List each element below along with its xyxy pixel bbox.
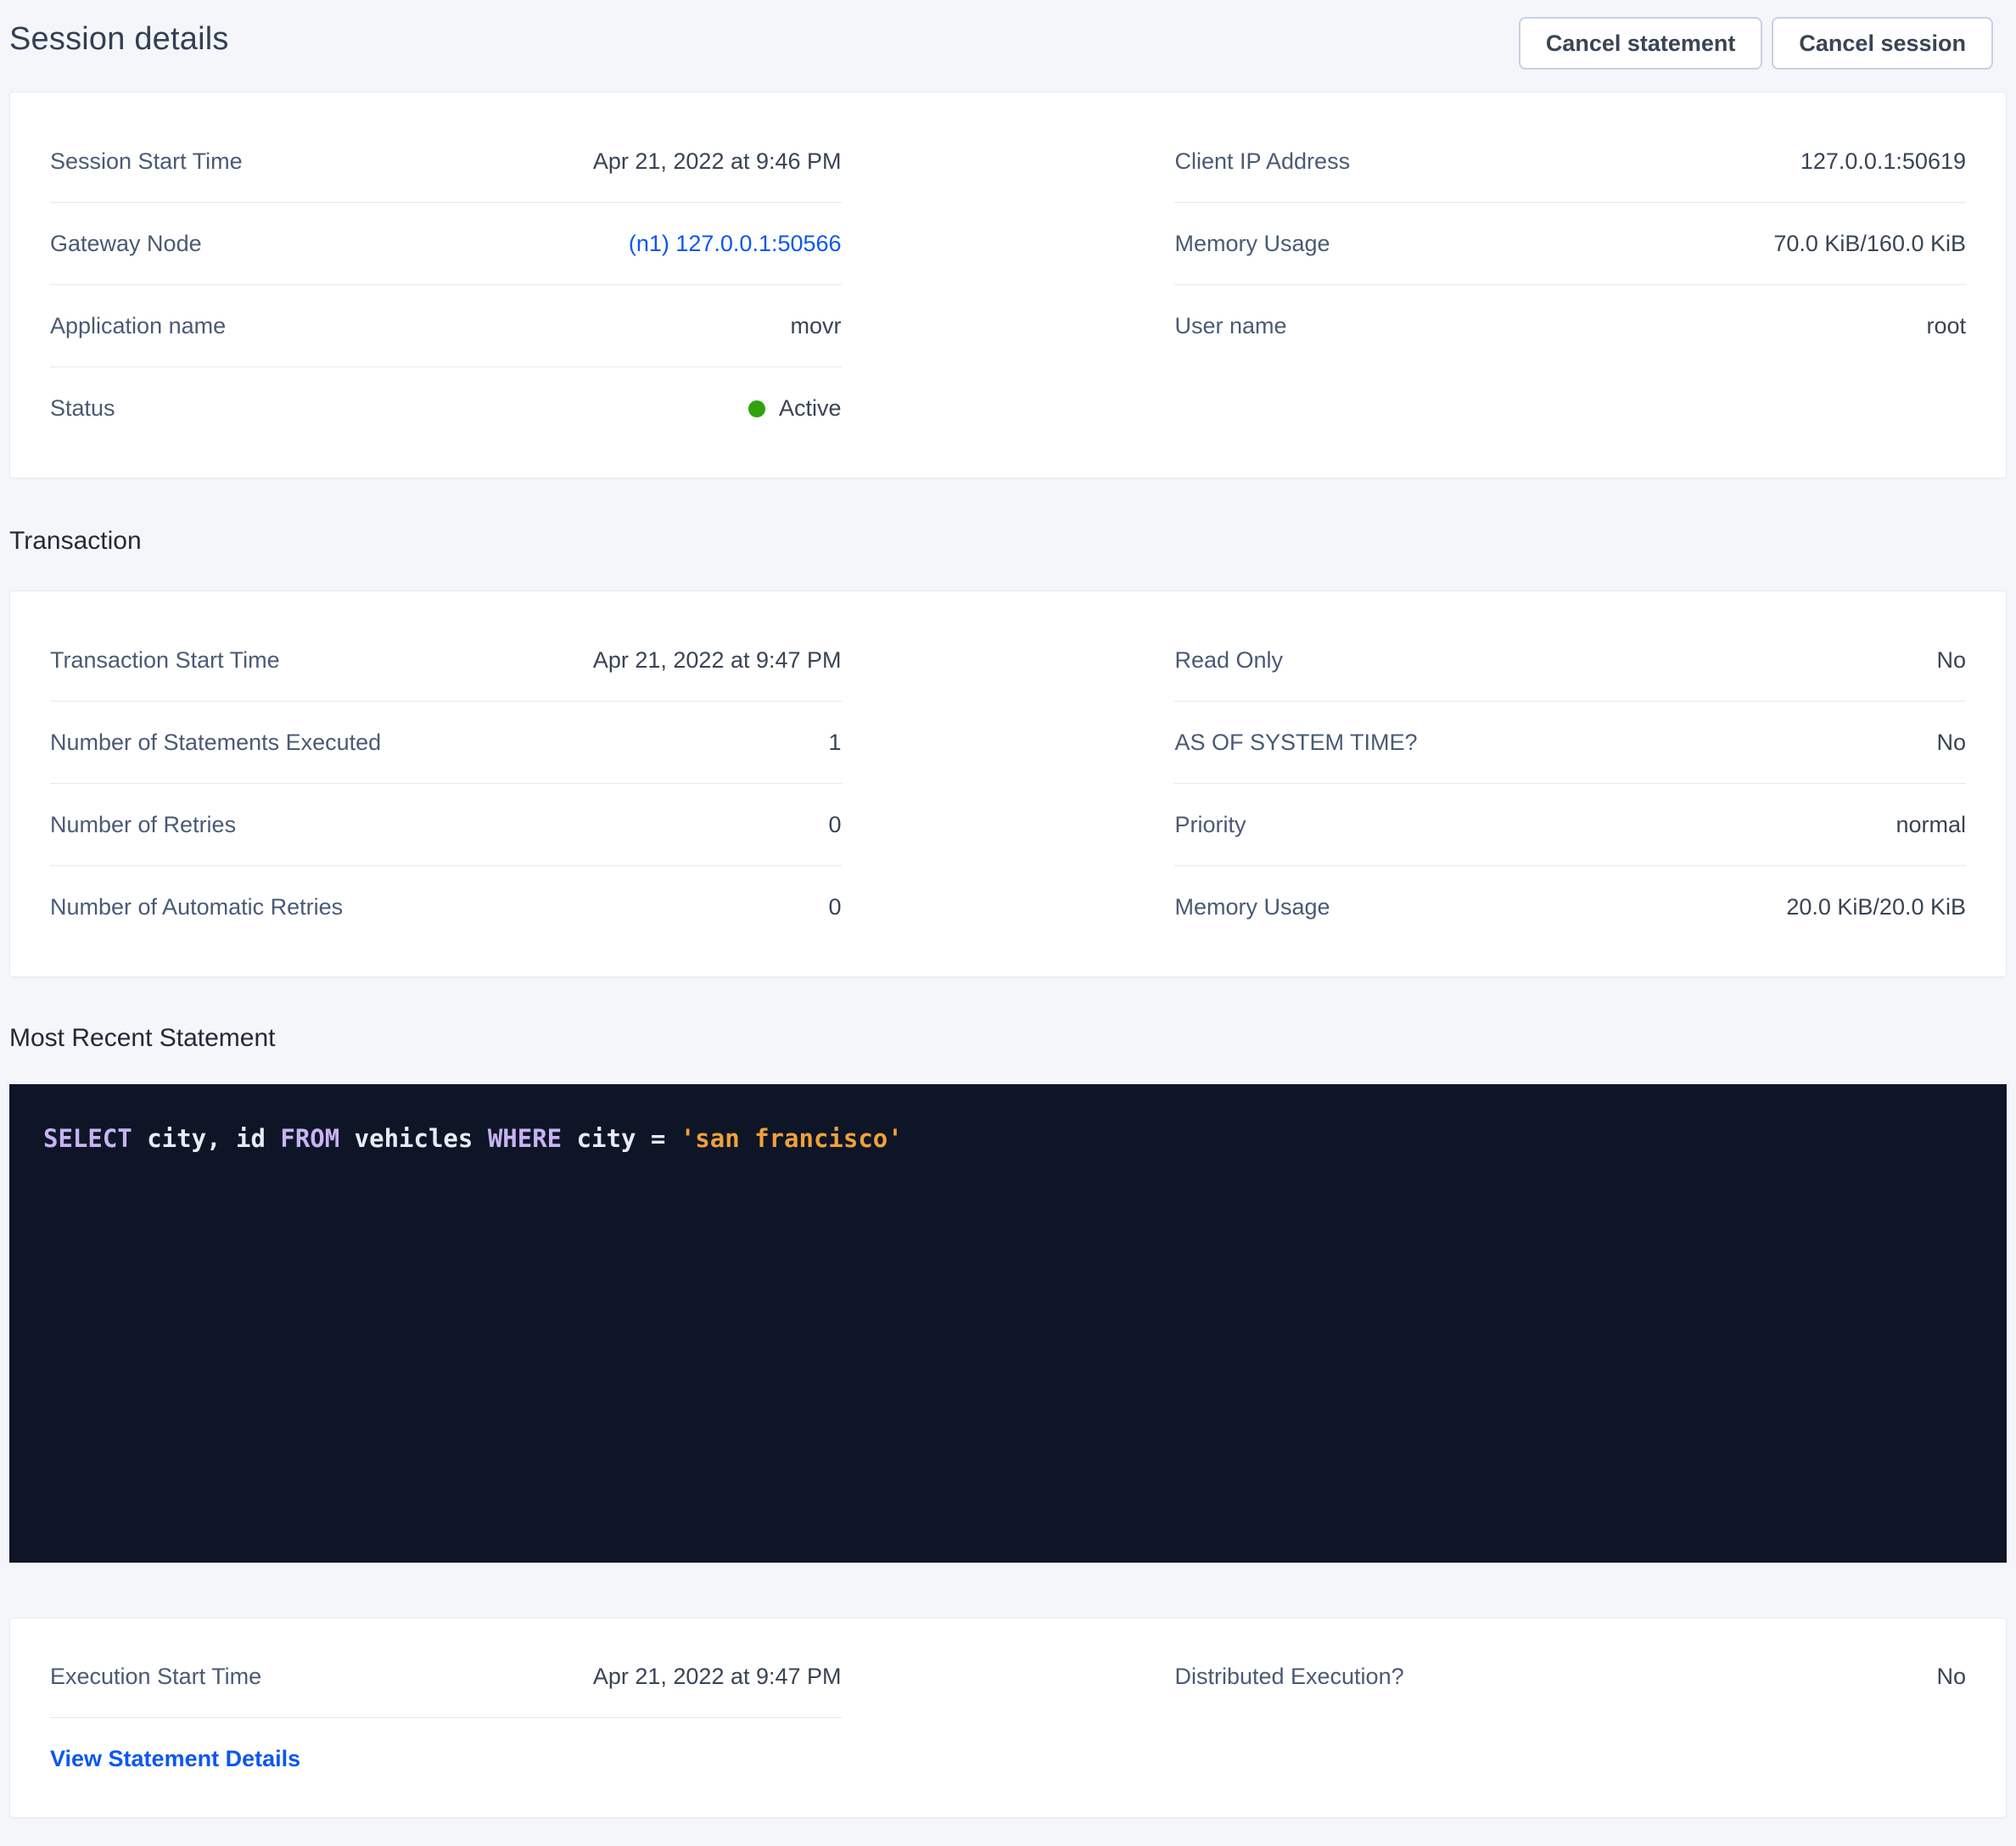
row-label: Application name	[50, 313, 226, 339]
row-value: No	[1936, 647, 1966, 674]
user-name-row: User name root	[1174, 285, 1966, 367]
row-label: Read Only	[1174, 647, 1283, 674]
row-label: Client IP Address	[1174, 148, 1350, 175]
priority-row: Priority normal	[1174, 784, 1966, 866]
row-label: Transaction Start Time	[50, 647, 280, 674]
gateway-node-row: Gateway Node (n1) 127.0.0.1:50566	[50, 203, 842, 285]
client-ip-row: Client IP Address 127.0.0.1:50619	[1174, 120, 1966, 203]
row-value: 127.0.0.1:50619	[1800, 148, 1966, 175]
sql-string-literal: 'san francisco'	[680, 1124, 903, 1153]
row-value: Apr 21, 2022 at 9:47 PM	[593, 647, 842, 674]
sql-keyword: FROM	[280, 1124, 339, 1153]
row-label: Execution Start Time	[50, 1664, 261, 1690]
row-label: Number of Retries	[50, 812, 236, 838]
cancel-session-button[interactable]: Cancel session	[1772, 17, 1993, 70]
execution-start-time-row: Execution Start Time Apr 21, 2022 at 9:4…	[50, 1636, 842, 1718]
transaction-memory-usage-row: Memory Usage 20.0 KiB/20.0 KiB	[1174, 866, 1966, 948]
row-label: Number of Statements Executed	[50, 730, 381, 756]
sql-text: city =	[562, 1124, 680, 1153]
row-value: root	[1926, 313, 1966, 339]
row-value: No	[1936, 730, 1966, 756]
page-title: Session details	[9, 17, 229, 61]
session-summary-card: Session Start Time Apr 21, 2022 at 9:46 …	[9, 92, 2007, 478]
sql-keyword: WHERE	[488, 1124, 562, 1153]
transaction-card: Transaction Start Time Apr 21, 2022 at 9…	[9, 590, 2007, 977]
execution-card-left-column: Execution Start Time Apr 21, 2022 at 9:4…	[50, 1636, 842, 1800]
status-badge: Active	[748, 395, 842, 422]
transaction-card-right-column: Read Only No AS OF SYSTEM TIME? No Prior…	[1174, 619, 1966, 948]
row-value: 70.0 KiB/160.0 KiB	[1773, 231, 1966, 257]
sql-text: vehicles	[339, 1124, 488, 1153]
row-label: Distributed Execution?	[1174, 1664, 1403, 1690]
page-header: Session details Cancel statement Cancel …	[9, 0, 2007, 92]
number-of-retries-row: Number of Retries 0	[50, 784, 842, 866]
row-value: Apr 21, 2022 at 9:46 PM	[593, 148, 842, 175]
status-text: Active	[779, 395, 842, 422]
row-value: 1	[829, 730, 842, 756]
row-label: AS OF SYSTEM TIME?	[1174, 730, 1417, 756]
header-actions: Cancel statement Cancel session	[1519, 17, 1993, 70]
row-label: Memory Usage	[1174, 231, 1330, 257]
status-row: Status Active	[50, 367, 842, 450]
row-value: Apr 21, 2022 at 9:47 PM	[593, 1664, 842, 1690]
row-label: Gateway Node	[50, 231, 202, 257]
session-card-left-column: Session Start Time Apr 21, 2022 at 9:46 …	[50, 120, 842, 450]
status-active-dot-icon	[748, 400, 765, 417]
row-label: Priority	[1174, 812, 1246, 838]
execution-details-card: Execution Start Time Apr 21, 2022 at 9:4…	[9, 1618, 2007, 1818]
row-label: User name	[1174, 313, 1286, 339]
sql-text: city, id	[132, 1124, 281, 1153]
transaction-section-heading: Transaction	[9, 524, 2007, 558]
application-name-row: Application name movr	[50, 285, 842, 367]
memory-usage-row: Memory Usage 70.0 KiB/160.0 KiB	[1174, 203, 1966, 285]
row-value: 0	[829, 812, 842, 838]
sql-statement-box: SELECT city, id FROM vehicles WHERE city…	[9, 1084, 2007, 1563]
transaction-card-left-column: Transaction Start Time Apr 21, 2022 at 9…	[50, 619, 842, 948]
distributed-execution-row: Distributed Execution? No	[1174, 1636, 1966, 1718]
session-details-page: Session details Cancel statement Cancel …	[0, 0, 2016, 1818]
most-recent-statement-heading: Most Recent Statement	[9, 1021, 2007, 1055]
view-statement-details-link[interactable]: View Statement Details	[50, 1746, 300, 1772]
cancel-statement-button[interactable]: Cancel statement	[1519, 17, 1763, 70]
row-label: Session Start Time	[50, 148, 243, 175]
read-only-row: Read Only No	[1174, 619, 1966, 702]
row-label: Status	[50, 395, 115, 422]
statements-executed-row: Number of Statements Executed 1	[50, 702, 842, 784]
transaction-start-time-row: Transaction Start Time Apr 21, 2022 at 9…	[50, 619, 842, 702]
sql-statement: SELECT city, id FROM vehicles WHERE city…	[43, 1122, 1973, 1155]
row-value: 0	[829, 894, 842, 920]
as-of-system-time-row: AS OF SYSTEM TIME? No	[1174, 702, 1966, 784]
row-label: Memory Usage	[1174, 894, 1330, 920]
row-value: No	[1936, 1664, 1966, 1690]
row-value: 20.0 KiB/20.0 KiB	[1786, 894, 1966, 920]
session-start-time-row: Session Start Time Apr 21, 2022 at 9:46 …	[50, 120, 842, 203]
row-label: Number of Automatic Retries	[50, 894, 343, 920]
row-value: movr	[791, 313, 842, 339]
session-card-right-column: Client IP Address 127.0.0.1:50619 Memory…	[1174, 120, 1966, 450]
automatic-retries-row: Number of Automatic Retries 0	[50, 866, 842, 948]
sql-keyword: SELECT	[43, 1124, 132, 1153]
execution-card-right-column: Distributed Execution? No	[1174, 1636, 1966, 1800]
row-value: normal	[1896, 812, 1966, 838]
view-statement-details-row: View Statement Details	[50, 1718, 842, 1800]
gateway-node-link[interactable]: (n1) 127.0.0.1:50566	[629, 231, 842, 257]
